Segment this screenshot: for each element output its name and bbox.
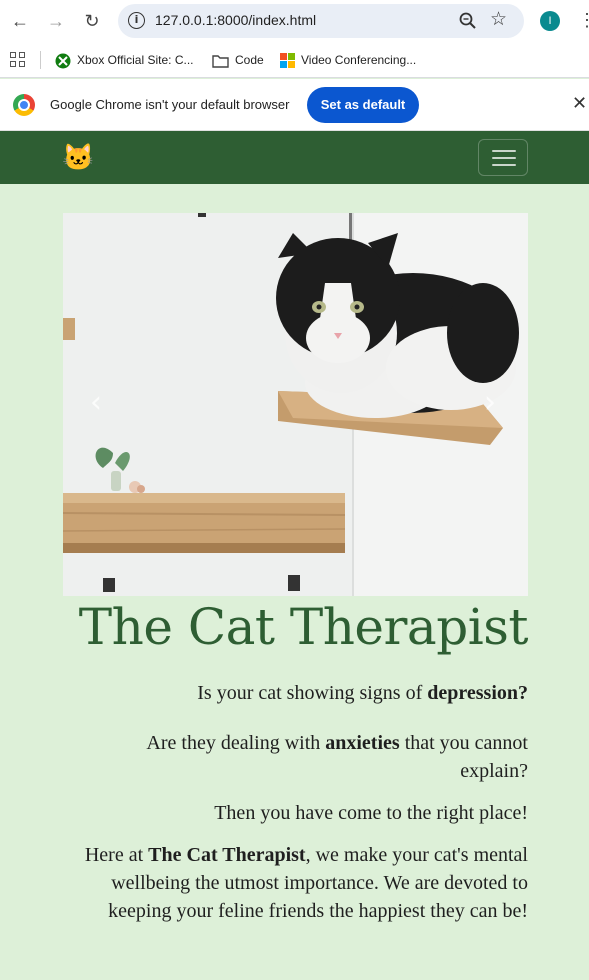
brand-emphasis: The Cat Therapist [148, 844, 306, 866]
bookmarks-divider [40, 51, 41, 69]
page-title: The Cat Therapist [78, 598, 529, 656]
text-span: that you cannot explain? [399, 732, 528, 782]
set-as-default-button[interactable]: Set as default [307, 87, 419, 123]
intro-line-right-place: Then you have come to the right place! [214, 802, 528, 824]
intro-paragraph-mission: Here at The Cat Therapist, we make your … [68, 841, 528, 925]
text-span: Are they dealing with [146, 732, 326, 754]
depression-emphasis: depression? [427, 682, 528, 704]
cat-photo [63, 213, 528, 596]
cat-image-carousel: ‹ › [63, 213, 528, 596]
bookmark-video-conferencing[interactable]: Video Conferencing... [280, 50, 416, 70]
back-arrow-icon[interactable]: ← [8, 9, 32, 33]
browser-menu-icon[interactable]: ⋮ [578, 10, 589, 30]
site-info-icon[interactable]: i [128, 12, 145, 29]
bookmark-label: Video Conferencing... [301, 53, 417, 67]
default-browser-infobar: Google Chrome isn't your default browser… [0, 79, 589, 131]
anxieties-emphasis: anxieties [325, 732, 400, 754]
bookmark-label: Code [235, 53, 264, 67]
bookmark-code[interactable]: Code [212, 50, 264, 70]
forward-arrow-icon[interactable]: → [44, 9, 68, 33]
url-text[interactable]: 127.0.0.1:8000/index.html [155, 12, 316, 28]
reload-icon[interactable]: ↻ [80, 9, 104, 33]
site-navbar: 🐱 [0, 131, 589, 184]
infobar-message: Google Chrome isn't your default browser [50, 97, 290, 112]
bookmark-xbox[interactable]: Xbox Official Site: C... [55, 50, 194, 70]
windows-icon [280, 53, 295, 69]
carousel-next-icon[interactable]: › [484, 388, 496, 418]
text-span: Is your cat showing signs of [197, 682, 428, 704]
navbar-toggler-button[interactable] [478, 139, 528, 176]
close-icon[interactable]: ✕ [572, 93, 587, 114]
folder-icon [212, 55, 229, 68]
bookmark-label: Xbox Official Site: C... [77, 53, 194, 67]
apps-grid-icon[interactable] [10, 52, 26, 68]
text-span: Here at [84, 844, 149, 866]
bookmark-star-icon[interactable]: ☆ [490, 8, 507, 31]
chrome-logo-icon [13, 94, 35, 116]
bookmarks-bar: Xbox Official Site: C... Code Video Conf… [0, 42, 589, 78]
address-bar[interactable]: i 127.0.0.1:8000/index.html ☆ [118, 4, 524, 38]
intro-line-depression: Is your cat showing signs of depression? [108, 679, 528, 707]
carousel-prev-icon[interactable]: ‹ [90, 388, 102, 418]
intro-line-anxieties: Are they dealing with anxieties that you… [108, 729, 528, 785]
browser-toolbar: ← → ↻ i 127.0.0.1:8000/index.html ☆ I ⋮ [0, 0, 589, 42]
cat-logo-icon[interactable]: 🐱 [62, 142, 94, 172]
zoom-icon[interactable] [458, 11, 478, 31]
profile-avatar[interactable]: I [540, 11, 560, 31]
xbox-icon [55, 53, 71, 69]
